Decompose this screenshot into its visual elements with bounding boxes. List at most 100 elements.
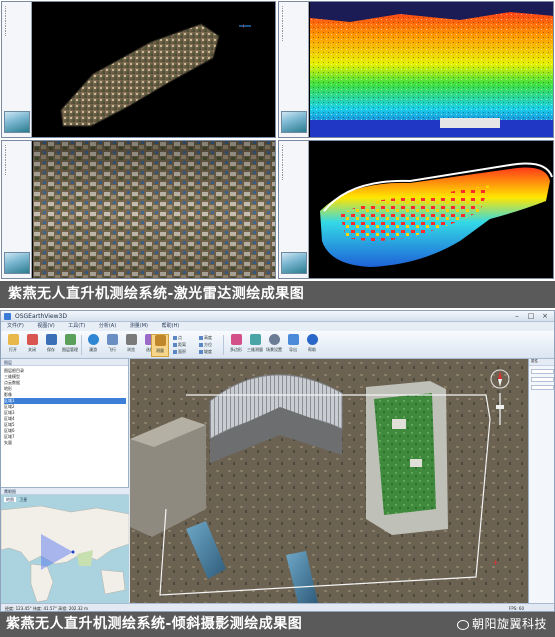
lidar-window-pointcloud-overview: + <box>1 1 276 138</box>
layer-tree[interactable] <box>4 6 30 36</box>
lidar-window-classified-view <box>278 140 554 279</box>
distance-icon <box>173 343 177 347</box>
layer-panel-header: 图层 <box>1 359 128 366</box>
property-field[interactable] <box>531 369 554 374</box>
map-tab-map[interactable]: 地图 <box>4 497 16 502</box>
overview-thumbnail[interactable] <box>4 111 30 133</box>
maximize-icon[interactable]: □ <box>524 312 538 321</box>
pointcloud-render: + <box>60 23 251 127</box>
menu-measure[interactable]: 测量(M) <box>124 322 154 331</box>
save-button[interactable]: 保存 <box>42 334 60 357</box>
overview-thumbnail[interactable] <box>4 252 30 274</box>
globe-icon <box>87 334 99 345</box>
layer-tree[interactable] <box>281 6 307 41</box>
measure-distance-option[interactable]: 距离 <box>173 342 186 347</box>
caption-oblique: 紫燕无人直升机测绘系统-倾斜摄影测绘成果图 朝阳旋翼科技 <box>0 612 555 637</box>
lidar-window-elevation-view <box>278 1 554 138</box>
status-fps: FPS: 60 <box>509 606 524 611</box>
close-file-icon <box>26 334 38 345</box>
roam-button[interactable]: 漫游 <box>84 334 102 357</box>
measure-slope-option[interactable]: 坡度 <box>199 349 212 354</box>
close-file-button[interactable]: 关闭 <box>23 334 41 357</box>
menu-analysis[interactable]: 分析(A) <box>93 322 122 331</box>
caption-lidar-text: 紫燕无人直升机测绘系统-激光雷达测绘成果图 <box>8 286 305 302</box>
measure-point-option[interactable]: 点 <box>173 335 182 340</box>
title-bar: OSGEarthView3D – □ × <box>1 311 554 322</box>
slope-icon <box>199 350 203 354</box>
measure-button[interactable]: 测量 <box>151 334 169 357</box>
layer-sidebar[interactable] <box>279 141 309 278</box>
overview-map[interactable]: 鹰眼图 地图 卫星 <box>1 487 129 603</box>
wechat-icon <box>456 619 469 630</box>
export-button[interactable]: 导出 <box>284 334 302 357</box>
classified-pointcloud <box>320 162 553 267</box>
open-button[interactable]: 打开 <box>4 334 22 357</box>
browse-button[interactable]: 浏览 <box>122 334 140 357</box>
elevation-colored-pointcloud <box>310 2 553 137</box>
right-property-panel: 属性 <box>528 359 554 603</box>
overview-thumbnail[interactable] <box>281 111 307 133</box>
menu-tools[interactable]: 工具(T) <box>62 322 91 331</box>
app-icon <box>4 313 11 320</box>
wechat-watermark: 朝阳旋翼科技 <box>456 612 547 637</box>
polygon-icon <box>230 334 242 345</box>
oblique-photogrammetry-window: OSGEarthView3D – □ × 文件(F) 视图(V) 工具(T) 分… <box>0 310 555 612</box>
menu-help[interactable]: 帮助(H) <box>156 322 186 331</box>
export-icon <box>287 334 299 345</box>
3d-scene-view[interactable]: + <box>130 359 528 603</box>
window-title: OSGEarthView3D <box>15 313 67 320</box>
layer-sidebar[interactable] <box>2 141 32 278</box>
cursor-icon <box>125 334 137 345</box>
measure-azimuth-option[interactable]: 方位 <box>199 342 212 347</box>
toolbar-separator <box>223 335 224 355</box>
ruler-icon <box>154 335 166 346</box>
3d-measure-button[interactable]: 三维测量 <box>246 334 264 357</box>
help-button[interactable]: 帮助 <box>303 334 321 357</box>
save-icon <box>45 334 57 345</box>
model-canvas[interactable] <box>33 141 275 278</box>
measure-height-option[interactable]: 高度 <box>199 335 212 340</box>
overview-thumbnail[interactable] <box>281 252 307 274</box>
plane-icon <box>106 334 118 345</box>
height-icon <box>199 336 203 340</box>
menu-file[interactable]: 文件(F) <box>1 322 30 331</box>
cube-icon <box>249 334 261 345</box>
layer-sidebar[interactable] <box>279 2 309 137</box>
menu-bar: 文件(F) 视图(V) 工具(T) 分析(A) 测量(M) 帮助(H) <box>1 322 554 331</box>
layer-manager-button[interactable]: 图层管理 <box>61 334 79 357</box>
menu-view[interactable]: 视图(V) <box>31 322 60 331</box>
layers-icon <box>64 334 76 345</box>
left-panel: 图层 图层根目录 三维模型 点云数据 地形 影像 区域1 区域2 区域3 区域4… <box>1 359 129 603</box>
pointcloud-canvas[interactable]: + <box>33 2 275 137</box>
minimize-icon[interactable]: – <box>510 312 524 321</box>
layer-tree[interactable] <box>4 145 30 175</box>
world-map <box>1 504 129 603</box>
layer-sidebar[interactable] <box>2 2 32 137</box>
property-field[interactable] <box>531 385 554 390</box>
scene-settings-button[interactable]: 场景设置 <box>265 334 283 357</box>
tree-node[interactable]: 矢量 <box>4 440 126 446</box>
camera-position-marker <box>71 550 75 554</box>
status-bar: 经度: 123.45° 纬度: 41.57° 高程: 202.32 m FPS:… <box>1 603 554 611</box>
map-tab-satellite[interactable]: 卫星 <box>17 497 29 502</box>
status-coordinates: 经度: 123.45° 纬度: 41.57° 高程: 202.32 m <box>5 606 89 611</box>
polygon-button[interactable]: 多边形 <box>227 334 245 357</box>
pointcloud-canvas[interactable] <box>310 141 553 278</box>
pointcloud-canvas[interactable] <box>310 2 553 137</box>
textured-3d-model <box>33 141 275 278</box>
point-icon <box>173 336 177 340</box>
close-icon[interactable]: × <box>538 312 552 321</box>
fly-button[interactable]: 飞行 <box>103 334 121 357</box>
property-panel-header: 属性 <box>529 359 554 366</box>
oblique-3d-model: + <box>130 359 528 603</box>
layer-tree[interactable]: 图层根目录 三维模型 点云数据 地形 影像 区域1 区域2 区域3 区域4 区域… <box>4 368 126 446</box>
gear-icon <box>268 334 280 345</box>
map-type-tabs: 地图 卫星 <box>4 497 29 503</box>
property-field[interactable] <box>531 377 554 382</box>
folder-icon <box>7 334 19 345</box>
caption-lidar: 紫燕无人直升机测绘系统-激光雷达测绘成果图 <box>0 281 555 308</box>
layer-tree[interactable] <box>281 145 307 180</box>
ribbon-toolbar: 打开 关闭 保存 图层管理 漫游 飞行 浏览 选择 测量 点 距离 面积 高度 … <box>1 331 554 359</box>
area-icon <box>173 350 177 354</box>
measure-area-option[interactable]: 面积 <box>173 349 186 354</box>
